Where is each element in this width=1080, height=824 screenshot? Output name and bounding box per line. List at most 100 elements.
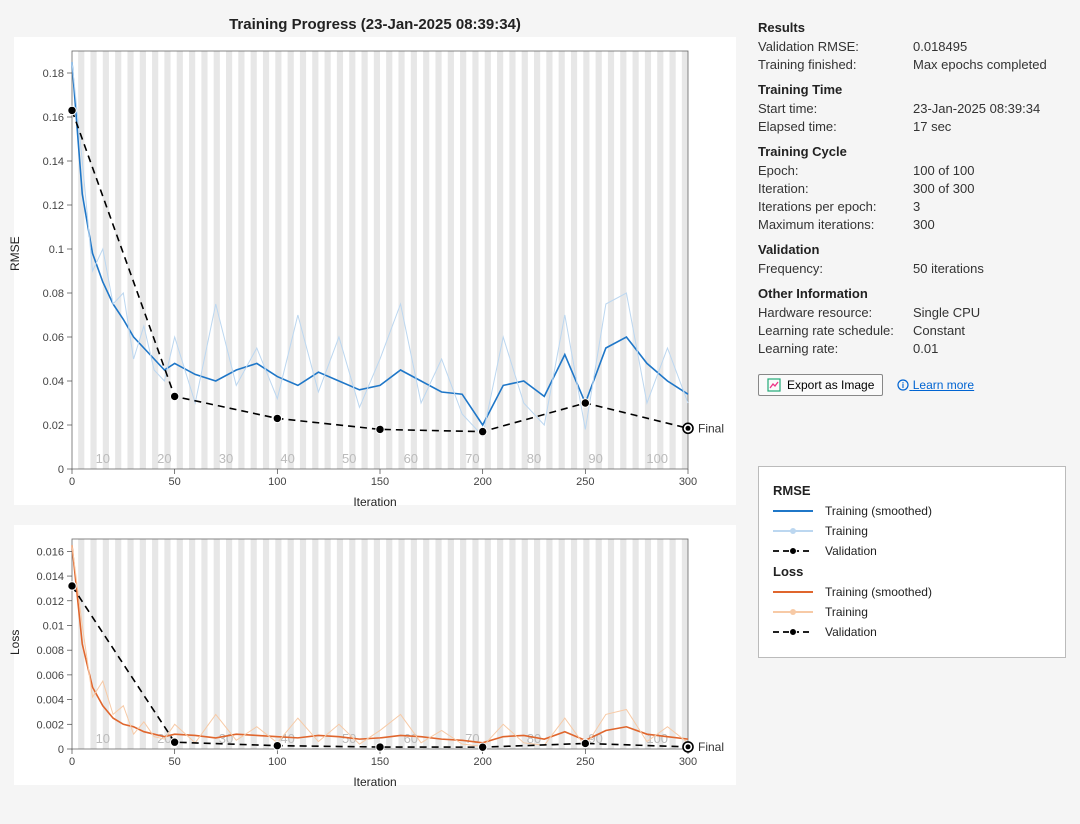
svg-text:0: 0	[69, 756, 75, 768]
ipe-value: 3	[913, 199, 1066, 214]
validation-heading: Validation	[758, 242, 1066, 257]
svg-text:0.1: 0.1	[49, 244, 64, 256]
results-heading: Results	[758, 20, 1066, 35]
loss-ylabel: Loss	[8, 630, 22, 655]
svg-text:0.12: 0.12	[43, 200, 64, 212]
svg-text:0.008: 0.008	[36, 645, 64, 657]
loss-svg: 00.0020.0040.0060.0080.010.0120.0140.016…	[14, 525, 736, 785]
svg-text:0.01: 0.01	[43, 620, 64, 632]
rmse-chart: RMSE 00.020.040.060.080.10.120.140.160.1…	[14, 37, 736, 505]
svg-text:150: 150	[371, 476, 389, 488]
svg-text:i: i	[902, 381, 904, 390]
svg-text:90: 90	[588, 451, 602, 466]
svg-text:250: 250	[576, 476, 594, 488]
legend-rmse-training: Training	[773, 524, 1051, 538]
svg-text:200: 200	[473, 476, 491, 488]
svg-text:0.02: 0.02	[43, 420, 64, 432]
maxiter-label: Maximum iterations:	[758, 217, 913, 232]
svg-text:300: 300	[679, 756, 697, 768]
svg-text:250: 250	[576, 756, 594, 768]
svg-text:100: 100	[646, 731, 668, 746]
ipe-label: Iterations per epoch:	[758, 199, 913, 214]
svg-text:40: 40	[280, 451, 294, 466]
legend-rmse-heading: RMSE	[773, 483, 1051, 498]
legend-loss-validation: Validation	[773, 625, 1051, 639]
svg-text:0.002: 0.002	[36, 719, 64, 731]
hw-value: Single CPU	[913, 305, 1066, 320]
svg-text:0.18: 0.18	[43, 68, 64, 80]
validation-rmse-label: Validation RMSE:	[758, 39, 913, 54]
legend-loss-smoothed: Training (smoothed)	[773, 585, 1051, 599]
svg-text:70: 70	[465, 731, 479, 746]
svg-text:0.004: 0.004	[36, 695, 64, 707]
start-time-label: Start time:	[758, 101, 913, 116]
svg-text:70: 70	[465, 451, 479, 466]
svg-text:60: 60	[404, 731, 418, 746]
svg-text:200: 200	[473, 756, 491, 768]
chart-title: Training Progress (23-Jan-2025 08:39:34)	[14, 16, 736, 33]
hw-label: Hardware resource:	[758, 305, 913, 320]
loss-xlabel: Iteration	[353, 775, 396, 789]
legend-rmse-validation: Validation	[773, 544, 1051, 558]
svg-text:0: 0	[58, 744, 64, 756]
svg-text:0.08: 0.08	[43, 288, 64, 300]
svg-text:0.016: 0.016	[36, 546, 64, 558]
svg-text:30: 30	[219, 451, 233, 466]
export-button[interactable]: Export as Image	[758, 374, 883, 396]
epoch-label: Epoch:	[758, 163, 913, 178]
elapsed-time-value: 17 sec	[913, 119, 1066, 134]
training-finished-label: Training finished:	[758, 57, 913, 72]
svg-text:40: 40	[280, 731, 294, 746]
lr-label: Learning rate:	[758, 341, 913, 356]
freq-label: Frequency:	[758, 261, 913, 276]
legend-loss-heading: Loss	[773, 564, 1051, 579]
maxiter-value: 300	[913, 217, 1066, 232]
svg-text:Final: Final	[698, 421, 724, 435]
info-panel: Results Validation RMSE:0.018495 Trainin…	[758, 20, 1066, 658]
freq-value: 50 iterations	[913, 261, 1066, 276]
legend-rmse-smoothed: Training (smoothed)	[773, 504, 1051, 518]
svg-text:80: 80	[527, 451, 541, 466]
svg-text:100: 100	[268, 756, 286, 768]
info-icon: i	[897, 379, 909, 391]
svg-text:100: 100	[646, 451, 668, 466]
elapsed-time-label: Elapsed time:	[758, 119, 913, 134]
svg-text:0.16: 0.16	[43, 112, 64, 124]
svg-text:150: 150	[371, 756, 389, 768]
svg-text:100: 100	[268, 476, 286, 488]
legend-loss-training: Training	[773, 605, 1051, 619]
training-finished-value: Max epochs completed	[913, 57, 1066, 72]
start-time-value: 23-Jan-2025 08:39:34	[913, 101, 1066, 116]
svg-text:0.014: 0.014	[36, 571, 64, 583]
learn-more-label: Learn more	[913, 378, 974, 392]
svg-text:300: 300	[679, 476, 697, 488]
training-time-heading: Training Time	[758, 82, 1066, 97]
rmse-svg: 0 0.02 0.04 0.06 0.08 0.1 0.12 0.14 0.16 0.18 0 50 1…	[14, 37, 736, 505]
loss-chart: Loss 00.0020.0040.0060.0080.010.0120.014…	[14, 525, 736, 785]
learn-more-link[interactable]: i Learn more	[897, 378, 974, 392]
training-cycle-heading: Training Cycle	[758, 144, 1066, 159]
other-heading: Other Information	[758, 286, 1066, 301]
lrs-label: Learning rate schedule:	[758, 323, 913, 338]
svg-text:50: 50	[342, 451, 356, 466]
svg-text:20: 20	[157, 451, 171, 466]
svg-text:10: 10	[96, 451, 110, 466]
svg-text:10: 10	[96, 731, 110, 746]
iteration-label: Iteration:	[758, 181, 913, 196]
lr-value: 0.01	[913, 341, 1066, 356]
svg-text:0.14: 0.14	[43, 156, 64, 168]
rmse-ylabel: RMSE	[8, 236, 22, 271]
svg-text:0.06: 0.06	[43, 332, 64, 344]
export-label: Export as Image	[787, 378, 874, 392]
svg-text:60: 60	[404, 451, 418, 466]
svg-text:50: 50	[169, 476, 181, 488]
iteration-value: 300 of 300	[913, 181, 1066, 196]
svg-text:0: 0	[58, 464, 64, 476]
svg-text:50: 50	[169, 756, 181, 768]
lrs-value: Constant	[913, 323, 1066, 338]
svg-text:0.012: 0.012	[36, 596, 64, 608]
legend-box: RMSE Training (smoothed) Training Valida…	[758, 466, 1066, 658]
svg-text:0: 0	[69, 476, 75, 488]
svg-text:0.04: 0.04	[43, 376, 64, 388]
validation-rmse-value: 0.018495	[913, 39, 1066, 54]
